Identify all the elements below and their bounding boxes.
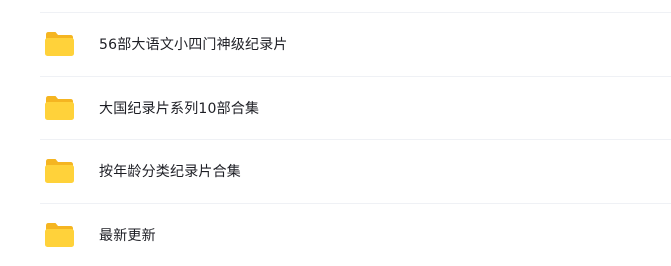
folder-list: 56部大语文小四门神级纪录片 大国纪录片系列10部合集 按年龄分类纪录片合集 最… <box>0 0 671 258</box>
folder-name: 大国纪录片系列10部合集 <box>99 101 260 117</box>
folder-row[interactable]: 大国纪录片系列10部合集 <box>40 76 671 139</box>
folder-row[interactable]: 56部大语文小四门神级纪录片 <box>40 12 671 75</box>
folder-name: 56部大语文小四门神级纪录片 <box>99 37 288 53</box>
folder-name: 按年龄分类纪录片合集 <box>99 164 241 180</box>
folder-icon <box>44 95 75 121</box>
folder-icon <box>44 158 75 184</box>
folder-icon <box>44 31 75 57</box>
folder-name: 最新更新 <box>99 228 156 244</box>
folder-icon <box>44 222 75 248</box>
folder-row[interactable]: 最新更新 <box>40 203 671 266</box>
folder-row[interactable]: 按年龄分类纪录片合集 <box>40 139 671 202</box>
